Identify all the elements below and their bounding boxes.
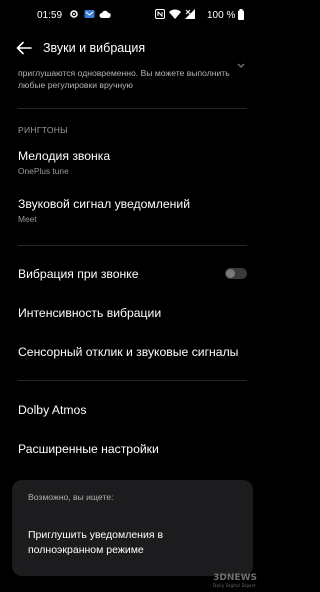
suggestion-card: Возможно, вы ищете: Приглушить уведомлен… — [12, 480, 253, 576]
haptics-title: Сенсорный отклик и звуковые сигналы — [18, 345, 239, 359]
app-bar: Звуки и вибрация — [0, 32, 265, 66]
back-arrow-icon[interactable] — [16, 41, 32, 55]
gear-icon — [69, 9, 79, 22]
vibrate-on-ring-item[interactable]: Вибрация при звонке — [18, 267, 247, 281]
vibration-intensity-item[interactable]: Интенсивность вибрации — [18, 306, 247, 320]
status-time: 01:59 — [37, 10, 63, 21]
dolby-atmos-item[interactable]: Dolby Atmos — [18, 403, 247, 417]
description-text: приглушаются одновременно. Вы можете вып… — [18, 68, 230, 90]
status-bar: 01:59 100 % — [0, 0, 265, 32]
ringtone-value: OnePlus tune — [18, 166, 69, 176]
toggle-knob — [226, 269, 235, 278]
battery-icon — [238, 9, 244, 23]
mail-icon — [84, 9, 95, 22]
advanced-settings-item[interactable]: Расширенные настройки — [18, 442, 247, 456]
advanced-settings-title: Расширенные настройки — [18, 442, 159, 456]
divider — [18, 108, 247, 109]
notification-sound-item[interactable]: Звуковой сигнал уведомлений Meet — [18, 197, 247, 224]
watermark-tagline: Daily Digital Digest — [213, 583, 256, 588]
nfc-icon — [155, 9, 165, 22]
vibration-intensity-title: Интенсивность вибрации — [18, 306, 162, 320]
vibrate-on-ring-title: Вибрация при звонке — [18, 267, 139, 281]
vibrate-on-ring-toggle[interactable] — [225, 268, 247, 279]
suggestion-header: Возможно, вы ищете: — [28, 492, 114, 502]
suggestion-link[interactable]: Приглушить уведомления в полноэкранном р… — [28, 528, 228, 558]
cloud-icon — [99, 9, 111, 22]
watermark-brand: 3DNEWS — [213, 573, 257, 583]
section-label-ringtones: РИНГТОНЫ — [18, 125, 69, 135]
battery-percent: 100 % — [207, 10, 236, 21]
ringtone-title: Мелодия звонка — [18, 149, 111, 163]
haptics-item[interactable]: Сенсорный отклик и звуковые сигналы — [18, 345, 247, 359]
page-title: Звуки и вибрация — [43, 41, 146, 55]
ringtone-item[interactable]: Мелодия звонка OnePlus tune — [18, 149, 247, 176]
divider — [18, 380, 247, 381]
divider — [18, 245, 247, 246]
dolby-atmos-title: Dolby Atmos — [18, 403, 87, 417]
wifi-icon — [169, 9, 181, 22]
notification-sound-title: Звуковой сигнал уведомлений — [18, 197, 191, 211]
notification-sound-value: Meet — [18, 214, 37, 224]
watermark-logo: 3DNEWS Daily Digital Digest — [213, 573, 257, 588]
signal-icon — [185, 9, 196, 22]
